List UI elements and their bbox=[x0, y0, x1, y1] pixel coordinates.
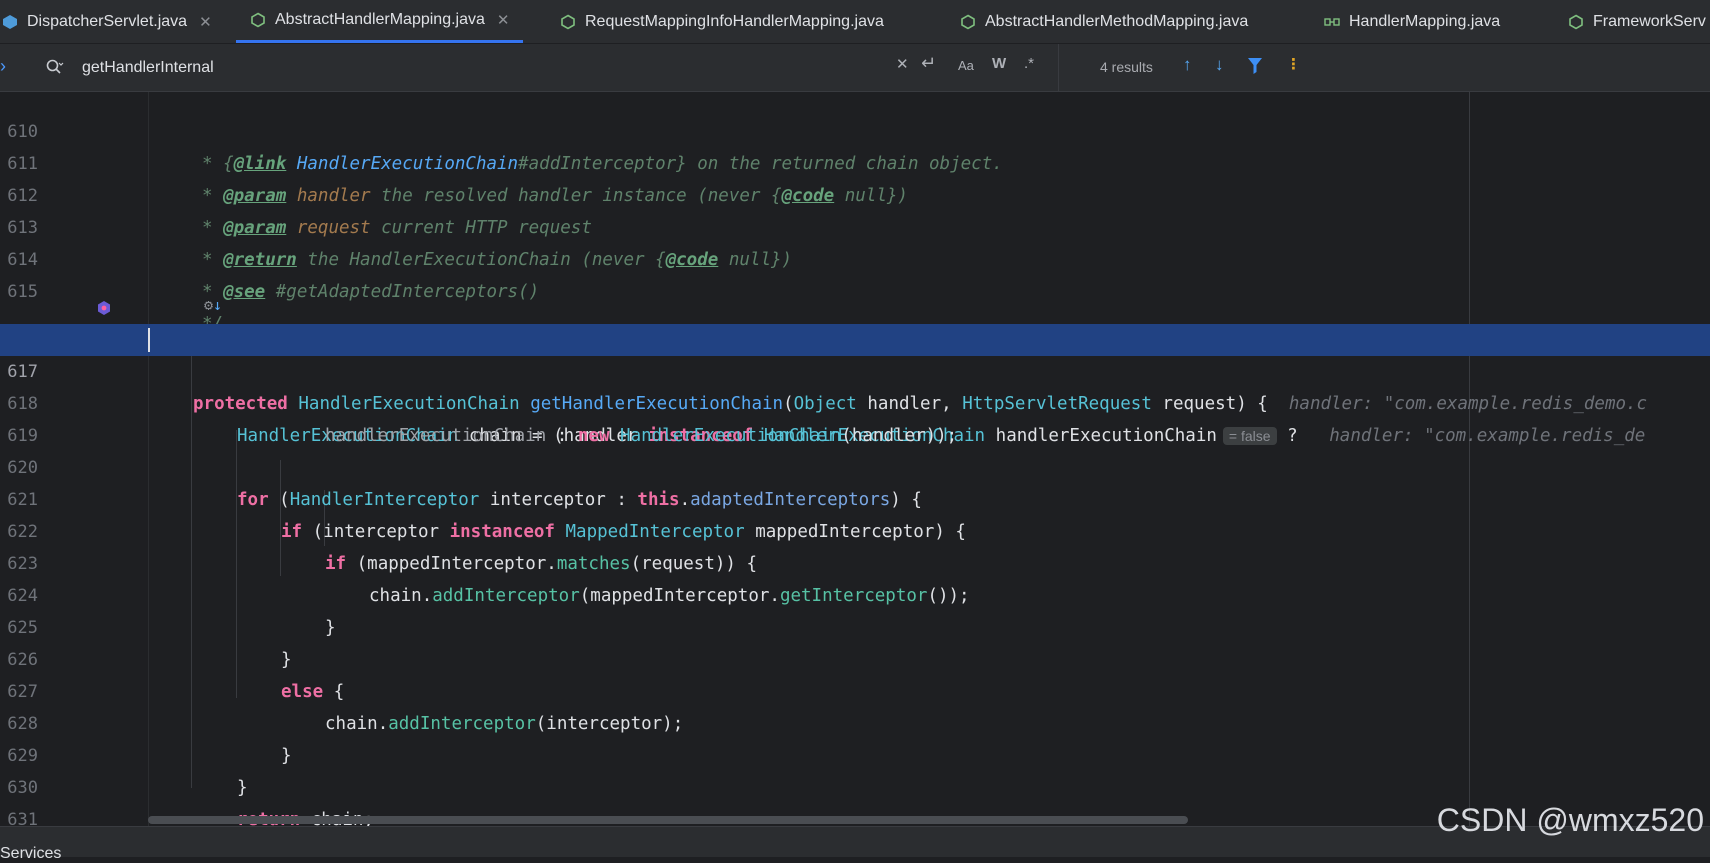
tab-label: DispatcherServlet.java bbox=[27, 12, 188, 30]
match-case-button[interactable]: Aa bbox=[958, 58, 974, 73]
code-line[interactable]: 623 chain.addInterceptor(mappedIntercept… bbox=[0, 516, 1710, 606]
tab-handler-mapping[interactable]: HandlerMapping.java bbox=[1322, 0, 1500, 43]
code-line[interactable]: 625 } bbox=[0, 580, 1710, 670]
abstract-class-icon bbox=[1569, 14, 1583, 29]
services-panel-label[interactable]: Services bbox=[0, 845, 61, 863]
code-line[interactable]: 630 return chain; bbox=[0, 740, 1710, 826]
code-line[interactable]: 621 if (interceptor instanceof MappedInt… bbox=[0, 452, 1710, 542]
code-line[interactable]: 616 protected HandlerExecutionChain getH… bbox=[0, 292, 1710, 414]
regex-button[interactable]: .* bbox=[1024, 55, 1034, 72]
close-icon[interactable]: ✕ bbox=[199, 13, 212, 31]
class-icon bbox=[3, 14, 17, 29]
code-line[interactable]: 624 } bbox=[0, 548, 1710, 638]
interface-icon bbox=[1324, 17, 1340, 26]
code-line[interactable]: 628 } bbox=[0, 676, 1710, 766]
tab-label: AbstractHandlerMapping.java bbox=[275, 11, 485, 28]
tab-label: AbstractHandlerMethodMapping.java bbox=[985, 12, 1249, 30]
editor-tab-bar: DispatcherServlet.java ✕ AbstractHandler… bbox=[0, 0, 1710, 44]
divider bbox=[1058, 44, 1059, 91]
abstract-class-icon bbox=[561, 14, 575, 29]
code-line[interactable]: 622 if (mappedInterceptor.matches(reques… bbox=[0, 484, 1710, 574]
tab-label: HandlerMapping.java bbox=[1349, 12, 1501, 30]
words-button[interactable]: W bbox=[992, 55, 1006, 72]
line-number: 631 bbox=[7, 810, 38, 826]
text-caret bbox=[148, 328, 150, 352]
abstract-class-icon bbox=[251, 12, 265, 28]
code-line[interactable]: 614 * @see #getAdaptedInterceptors() bbox=[0, 212, 1710, 302]
horizontal-scrollbar[interactable] bbox=[148, 816, 1188, 824]
search-results-count: 4 results bbox=[1100, 59, 1153, 75]
find-bar: › ✕ ↵ Aa W .* 4 results ↑ ↓ ⋮ bbox=[0, 44, 1710, 92]
tab-abstract-handler-method-mapping[interactable]: AbstractHandlerMethodMapping.java bbox=[958, 0, 1248, 43]
more-options-icon[interactable]: ⋮ bbox=[1286, 55, 1301, 73]
next-occurrence-icon[interactable]: ↓ bbox=[1215, 55, 1224, 75]
code-line[interactable]: 631 } bbox=[0, 772, 1710, 826]
expand-chevron-icon[interactable]: › bbox=[0, 56, 6, 77]
code-editor[interactable]: 610 * {@link HandlerExecutionChain#addIn… bbox=[0, 92, 1710, 826]
watermark: CSDN @wmxz520 bbox=[1436, 802, 1704, 838]
tab-label: RequestMappingInfoHandlerMapping.java bbox=[585, 12, 884, 30]
tab-framework-servlet[interactable]: FrameworkServ bbox=[1566, 0, 1706, 43]
clear-search-icon[interactable]: ✕ bbox=[896, 55, 909, 73]
code-line[interactable]: 618 handlerExecutionChain : new HandlerE… bbox=[0, 356, 1710, 446]
abstract-class-icon bbox=[961, 14, 975, 29]
code-line-current[interactable]: 617 HandlerExecutionChain chain = (handl… bbox=[0, 324, 1710, 446]
code-line[interactable]: 620 for (HandlerInterceptor interceptor … bbox=[0, 420, 1710, 510]
code-line[interactable]: 619 bbox=[0, 388, 1710, 446]
code-vision-row: ⚙↓ bbox=[0, 272, 1710, 314]
new-line-icon[interactable]: ↵ bbox=[921, 53, 936, 74]
code-line[interactable]: 613 * @return the HandlerExecutionChain … bbox=[0, 180, 1710, 270]
close-icon[interactable]: ✕ bbox=[497, 11, 510, 29]
code-line[interactable]: 627 chain.addInterceptor(interceptor); bbox=[0, 644, 1710, 734]
search-input[interactable] bbox=[80, 54, 884, 82]
tab-label: FrameworkServ bbox=[1593, 12, 1706, 30]
previous-occurrence-icon[interactable]: ↑ bbox=[1183, 55, 1192, 75]
tab-request-mapping-info[interactable]: RequestMappingInfoHandlerMapping.java bbox=[558, 0, 884, 43]
filter-icon[interactable] bbox=[1248, 58, 1262, 74]
tab-dispatcher-servlet[interactable]: DispatcherServlet.java ✕ bbox=[0, 0, 212, 43]
search-icon[interactable] bbox=[46, 59, 64, 75]
code-line[interactable]: 629 } bbox=[0, 708, 1710, 798]
code-line[interactable]: 626 else { bbox=[0, 612, 1710, 702]
code-line[interactable]: 611 * @param handler the resolved handle… bbox=[0, 116, 1710, 206]
code-line[interactable]: 612 * @param request current HTTP reques… bbox=[0, 148, 1710, 238]
override-marker-icon[interactable] bbox=[96, 300, 112, 316]
tab-abstract-handler-mapping[interactable]: AbstractHandlerMapping.java ✕ bbox=[236, 0, 524, 43]
code-line[interactable]: 610 * {@link HandlerExecutionChain#addIn… bbox=[0, 92, 1710, 174]
